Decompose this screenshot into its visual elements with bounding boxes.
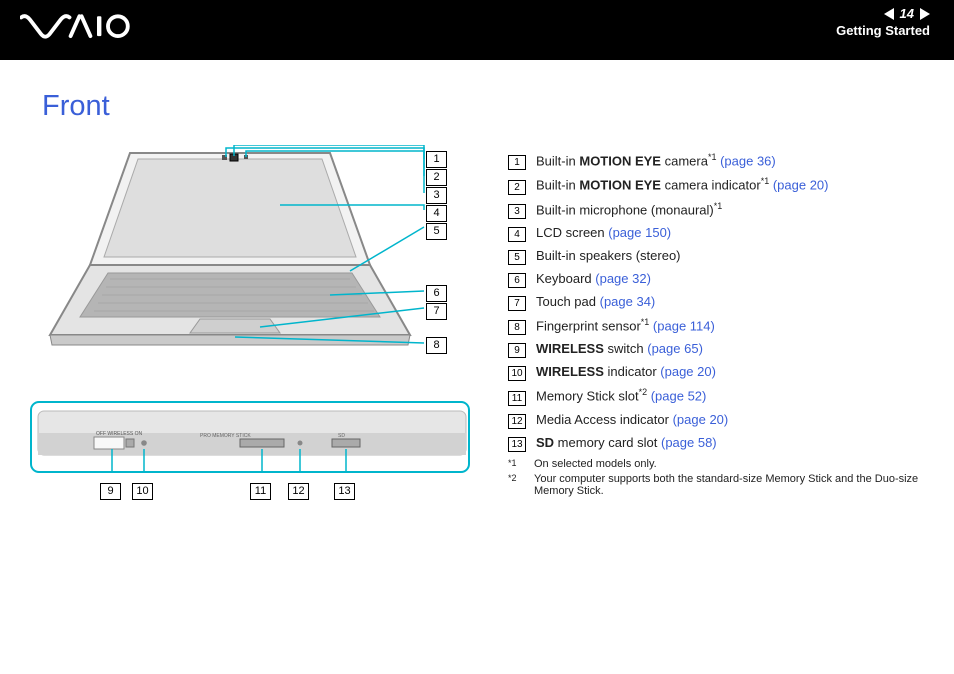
legend-num-box: 10 [508, 366, 526, 381]
legend-text: Memory Stick slot*2 (page 52) [536, 386, 924, 405]
diagram-column: 1 2 3 4 5 6 7 8 OFF WIRELE [30, 145, 480, 505]
page-link[interactable]: (page 150) [608, 225, 671, 240]
legend-text: WIRELESS switch (page 65) [536, 340, 924, 358]
legend-num-box: 13 [508, 437, 526, 452]
page-link[interactable]: (page 20) [773, 178, 829, 193]
legend-item-7: 7 Touch pad (page 34) [508, 293, 924, 311]
page-link[interactable]: (page 114) [653, 318, 715, 333]
legend-num-box: 9 [508, 343, 526, 358]
legend-text: Media Access indicator (page 20) [536, 411, 924, 429]
legend-num-box: 12 [508, 414, 526, 429]
page-link[interactable]: (page 52) [651, 389, 707, 404]
diagram-callout-10: 10 [132, 483, 153, 500]
diagram-callout-5: 5 [426, 223, 447, 240]
legend-item-8: 8 Fingerprint sensor*1 (page 114) [508, 316, 924, 335]
legend-item-12: 12 Media Access indicator (page 20) [508, 411, 924, 429]
legend-text: Built-in microphone (monaural)*1 [536, 200, 924, 219]
svg-text:SD: SD [338, 433, 345, 439]
diagram-callout-12: 12 [288, 483, 309, 500]
legend-text: Touch pad (page 34) [536, 293, 924, 311]
legend-num-box: 11 [508, 391, 526, 406]
diagram-callout-9: 9 [100, 483, 121, 500]
legend-item-6: 6 Keyboard (page 32) [508, 270, 924, 288]
diagram-callout-13: 13 [334, 483, 355, 500]
port-panel: OFF WIRELESS ON PRO MEMORY STICK SD [30, 401, 470, 473]
page-link[interactable]: (page 58) [661, 435, 717, 450]
page-link[interactable]: (page 36) [720, 153, 776, 168]
legend-num-box: 4 [508, 227, 526, 242]
footnote-text: On selected models only. [534, 458, 657, 470]
vaio-logo [20, 13, 130, 46]
page-link[interactable]: (page 20) [660, 364, 716, 379]
diagram-callout-6: 6 [426, 285, 447, 302]
legend-num-box: 5 [508, 250, 526, 265]
legend-item-11: 11 Memory Stick slot*2 (page 52) [508, 386, 924, 405]
legend-item-13: 13 SD memory card slot (page 58) [508, 434, 924, 452]
legend-num-box: 7 [508, 296, 526, 311]
legend-item-5: 5 Built-in speakers (stereo) [508, 247, 924, 265]
legend-num-box: 6 [508, 273, 526, 288]
section-title: Getting Started [836, 23, 930, 38]
legend-text: SD memory card slot (page 58) [536, 434, 924, 452]
footnote-key: *1 [508, 458, 524, 470]
svg-text:OFF WIRELESS ON: OFF WIRELESS ON [96, 431, 143, 437]
next-page-icon[interactable] [920, 8, 930, 20]
diagram-callout-8: 8 [426, 337, 447, 354]
legend-text: Built-in speakers (stereo) [536, 247, 924, 265]
legend-text: Built-in MOTION EYE camera indicator*1 (… [536, 175, 924, 194]
svg-text:PRO MEMORY STICK: PRO MEMORY STICK [200, 433, 251, 439]
legend-num-box: 8 [508, 320, 526, 335]
diagram-callout-7: 7 [426, 303, 447, 320]
legend-num-box: 1 [508, 155, 526, 170]
legend-item-4: 4 LCD screen (page 150) [508, 224, 924, 242]
legend-item-1: 1 Built-in MOTION EYE camera*1 (page 36) [508, 151, 924, 170]
page-link[interactable]: (page 34) [600, 294, 656, 309]
page-header-right: 14 Getting Started [836, 6, 930, 38]
legend-text: LCD screen (page 150) [536, 224, 924, 242]
legend-item-9: 9 WIRELESS switch (page 65) [508, 340, 924, 358]
legend-item-3: 3 Built-in microphone (monaural)*1 [508, 200, 924, 219]
footnote-key: *2 [508, 473, 524, 497]
legend-text: Keyboard (page 32) [536, 270, 924, 288]
pager: 14 [836, 6, 930, 21]
prev-page-icon[interactable] [884, 8, 894, 20]
diagram-callout-3: 3 [426, 187, 447, 204]
diagram-callout-2: 2 [426, 169, 447, 186]
legend-num-box: 3 [508, 204, 526, 219]
header-bar: 14 Getting Started [0, 0, 954, 60]
footnote: *2 Your computer supports both the standa… [508, 473, 924, 497]
footnote-text: Your computer supports both the standard… [534, 473, 924, 497]
content-area: Front [0, 60, 954, 674]
legend-item-2: 2 Built-in MOTION EYE camera indicator*1 … [508, 175, 924, 194]
page-link[interactable]: (page 65) [647, 341, 703, 356]
legend-text: Built-in MOTION EYE camera*1 (page 36) [536, 151, 924, 170]
laptop-diagram: 1 2 3 4 5 6 7 8 OFF WIRELE [30, 145, 470, 505]
footnote: *1 On selected models only. [508, 458, 924, 470]
diagram-callout-4: 4 [426, 205, 447, 222]
legend-item-10: 10 WIRELESS indicator (page 20) [508, 363, 924, 381]
diagram-callout-11: 11 [250, 483, 271, 500]
page-link[interactable]: (page 20) [673, 412, 729, 427]
diagram-callout-1: 1 [426, 151, 447, 168]
page-title: Front [42, 90, 924, 123]
legend-text: Fingerprint sensor*1 (page 114) [536, 316, 924, 335]
legend-num-box: 2 [508, 180, 526, 195]
legend-column: 1 Built-in MOTION EYE camera*1 (page 36) 2… [508, 145, 924, 505]
page-number: 14 [900, 6, 914, 21]
legend-text: WIRELESS indicator (page 20) [536, 363, 924, 381]
page-link[interactable]: (page 32) [595, 271, 651, 286]
